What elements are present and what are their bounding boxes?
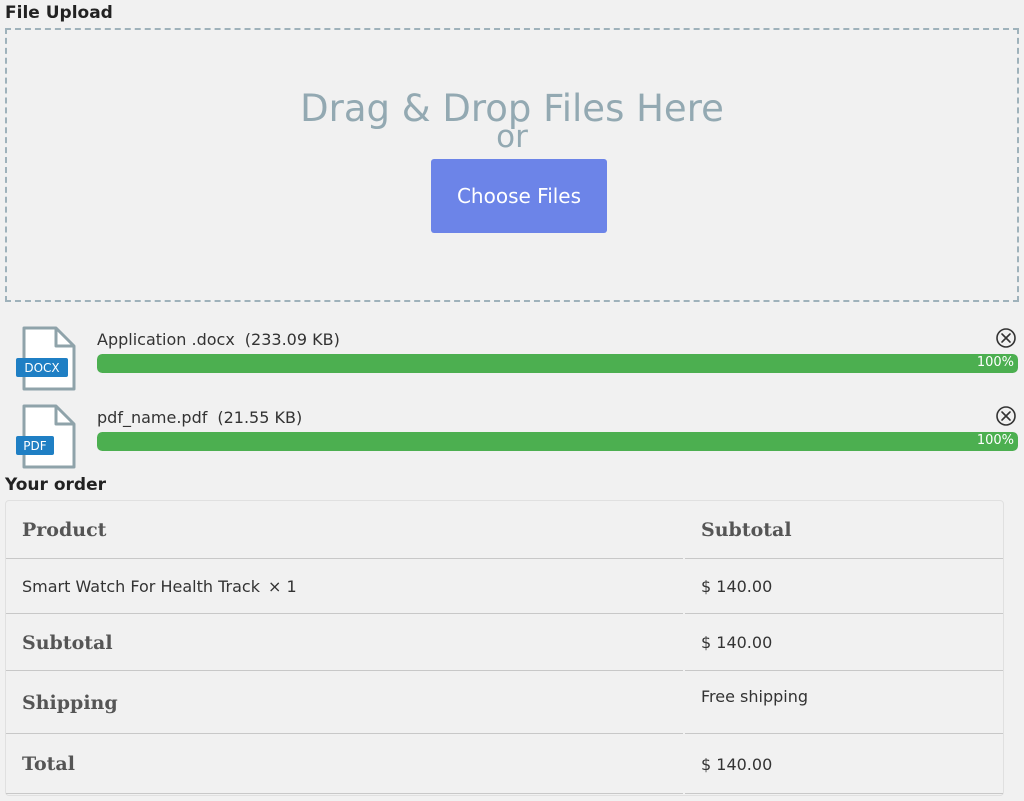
close-circle-icon[interactable]	[995, 405, 1017, 427]
column-header-product: Product	[22, 519, 107, 541]
file-type-badge: DOCX	[24, 361, 59, 375]
file-name: Application .docx	[97, 330, 235, 349]
progress-fill	[97, 432, 1018, 451]
shipping-row: Shipping Free shipping	[6, 671, 1003, 734]
file-upload-title: File Upload	[5, 3, 113, 23]
column-header-subtotal: Subtotal	[701, 519, 792, 541]
document-icon: PDF	[16, 404, 76, 469]
file-type-badge: PDF	[23, 439, 46, 453]
total-value: $ 140.00	[701, 754, 773, 774]
your-order-title: Your order	[5, 475, 106, 495]
total-row: Total $ 140.00	[6, 734, 1003, 794]
uploaded-file-item: PDF pdf_name.pdf (21.55 KB) 100%	[0, 402, 1024, 474]
file-dropzone[interactable]: Drag & Drop Files Here or Choose Files	[5, 28, 1019, 302]
shipping-value: Free shipping	[701, 687, 809, 706]
total-label: Total	[22, 753, 75, 775]
table-row: Smart Watch For Health Track × 1 $ 140.0…	[6, 559, 1003, 614]
subtotal-label: Subtotal	[22, 631, 113, 654]
progress-fill	[97, 354, 1018, 373]
subtotal-value: $ 140.00	[701, 633, 773, 652]
file-name: pdf_name.pdf	[97, 408, 208, 427]
dropzone-or: or	[496, 119, 528, 155]
product-name: Smart Watch For Health Track	[22, 577, 260, 596]
uploaded-file-item: DOCX Application .docx (233.09 KB) 100%	[0, 324, 1024, 396]
subtotal-row: Subtotal $ 140.00	[6, 614, 1003, 671]
upload-progress-bar: 100%	[97, 432, 1018, 451]
upload-progress-bar: 100%	[97, 354, 1018, 373]
table-header-row: Product Subtotal	[6, 501, 1003, 559]
product-quantity: × 1	[267, 577, 297, 596]
progress-label: 100%	[976, 433, 1014, 448]
progress-label: 100%	[976, 355, 1014, 370]
product-price: $ 140.00	[701, 577, 773, 596]
document-icon: DOCX	[16, 326, 76, 391]
file-size: (21.55 KB)	[217, 408, 303, 427]
close-circle-icon[interactable]	[995, 327, 1017, 349]
order-summary-table: Product Subtotal Smart Watch For Health …	[5, 500, 1004, 796]
choose-files-button[interactable]: Choose Files	[431, 159, 607, 233]
file-size: (233.09 KB)	[244, 330, 340, 349]
shipping-label: Shipping	[22, 691, 118, 714]
